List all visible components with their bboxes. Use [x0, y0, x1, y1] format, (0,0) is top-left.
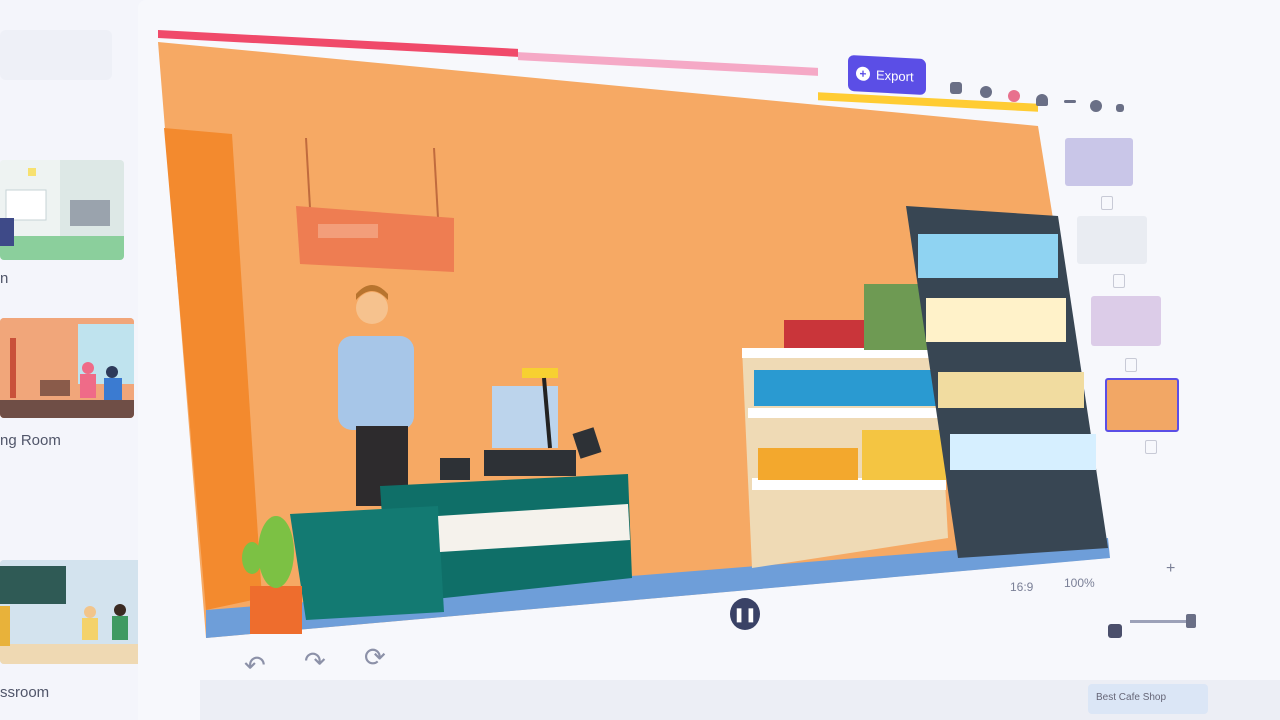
slide-thumbnail[interactable]: [1077, 216, 1147, 264]
undo-icon[interactable]: ↶: [244, 650, 266, 681]
aspect-ratio-select[interactable]: 16:9: [1010, 580, 1033, 594]
slide-thumbnail-active[interactable]: [1105, 378, 1179, 432]
timeline-clip[interactable]: Best Cafe Shop: [1088, 684, 1208, 714]
fridge-row-1: [918, 234, 1058, 278]
register-display: [522, 368, 558, 378]
slides-panel: [1055, 120, 1185, 580]
receipt-printer: [440, 458, 470, 480]
template-thumbnail-waiting-room[interactable]: [0, 318, 134, 418]
register-base: [484, 450, 576, 476]
volume-icon[interactable]: [1108, 624, 1122, 638]
cactus: [258, 516, 294, 588]
template-thumbnail-office[interactable]: [0, 160, 124, 260]
volume-slider-handle[interactable]: [1186, 614, 1196, 628]
template-label: ssroom: [0, 684, 50, 701]
template-label: n: [0, 270, 9, 287]
zoom-select[interactable]: 100%: [1064, 576, 1095, 590]
counter-side: [290, 506, 444, 620]
slide-indicator: [1125, 358, 1137, 372]
fridge-row-2: [926, 298, 1066, 342]
classroom-scene-thumbnail: [0, 560, 152, 664]
templates-panel: n ng Room ssroom: [0, 0, 152, 720]
shopkeeper-head: [356, 292, 388, 324]
app-window: n ng Room ssroom + Export ↶ ↷ ⟳ ❚❚ 16:9 …: [0, 0, 1280, 720]
shelf-products-orange: [758, 448, 858, 480]
slide-indicator: [1101, 196, 1113, 210]
scene-canvas[interactable]: [158, 38, 1118, 638]
slide-thumbnail[interactable]: [1091, 296, 1161, 346]
add-icon[interactable]: +: [1166, 560, 1175, 578]
waiting-room-scene-thumbnail: [0, 318, 134, 418]
shelf-middle: [748, 408, 942, 418]
template-label: ng Room: [0, 432, 61, 449]
shelf-products-red: [784, 320, 866, 348]
replay-icon[interactable]: ⟳: [364, 642, 386, 673]
shopkeeper-shirt: [338, 336, 414, 430]
slide-indicator: [1145, 440, 1157, 454]
redo-icon[interactable]: ↷: [304, 646, 326, 677]
template-search-box[interactable]: [0, 30, 112, 80]
pause-button[interactable]: ❚❚: [730, 598, 760, 630]
slide-indicator: [1113, 274, 1125, 288]
shelf-products-blue: [754, 370, 938, 406]
shelf-products-yellow: [862, 430, 946, 480]
template-thumbnail-classroom[interactable]: [0, 560, 152, 664]
plant-pot: [250, 586, 302, 634]
cactus-arm: [242, 542, 262, 574]
volume-slider-track[interactable]: [1130, 620, 1194, 623]
slide-thumbnail[interactable]: [1065, 138, 1133, 186]
shop-sign-text: [318, 224, 378, 238]
office-scene-thumbnail: [0, 160, 124, 260]
